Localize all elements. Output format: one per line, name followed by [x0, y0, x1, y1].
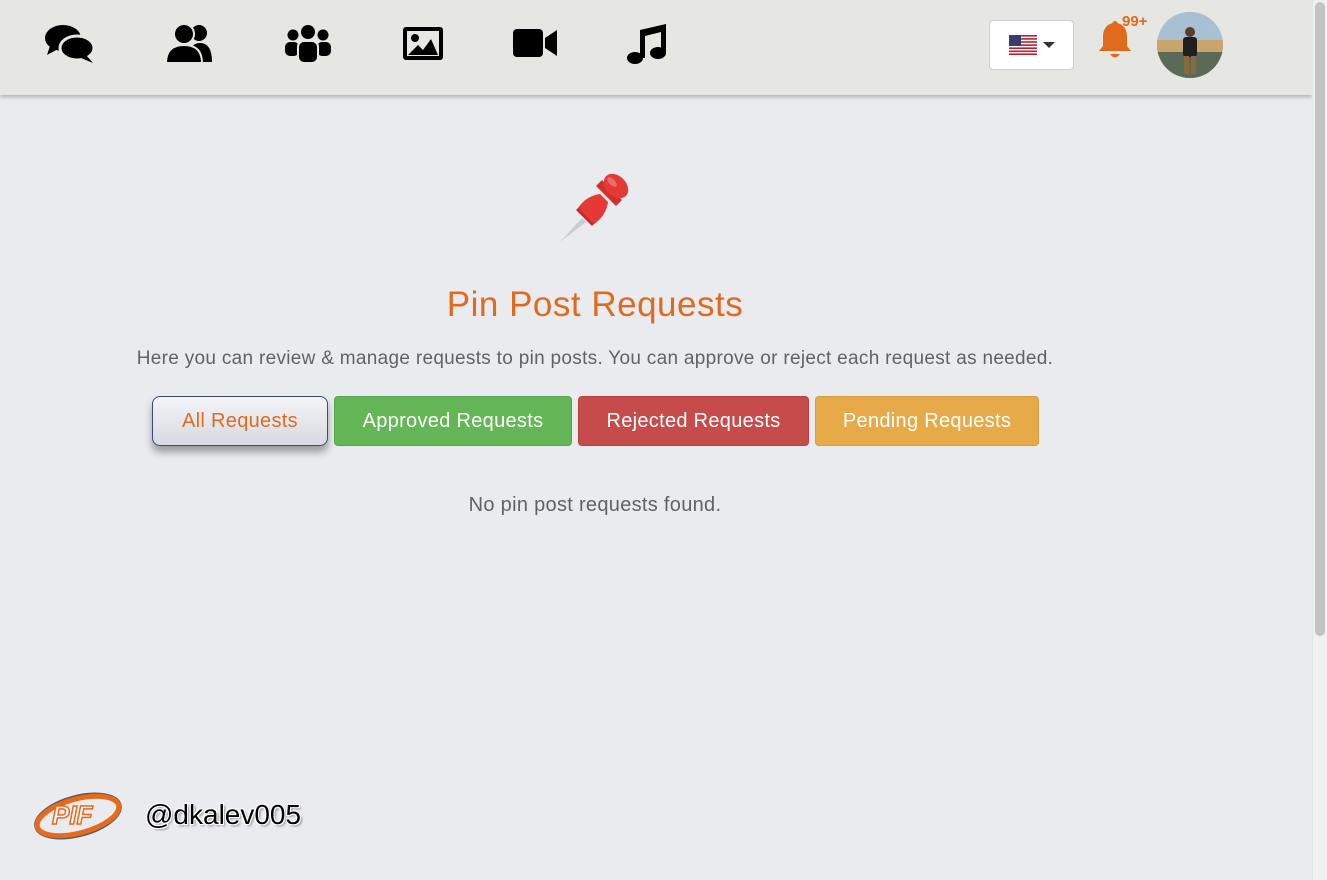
empty-state-message: No pin post requests found. [468, 494, 722, 516]
svg-text:PIF: PIF [52, 800, 94, 830]
site-logo[interactable]: PIF [30, 786, 126, 846]
page-description: Here you can review & manage requests to… [136, 348, 1054, 369]
tab-approved-requests[interactable]: Approved Requests [334, 396, 572, 446]
user-handle: @dkalev005 [145, 799, 302, 830]
videos-icon[interactable] [512, 22, 558, 64]
notification-count-badge: 99+ [1122, 13, 1148, 30]
user-avatar[interactable] [1157, 12, 1223, 78]
scrollbar[interactable] [1312, 0, 1327, 880]
us-flag-icon [1008, 35, 1037, 55]
tab-all-requests[interactable]: All Requests [152, 396, 328, 446]
chat-icon[interactable] [44, 22, 96, 64]
language-selector[interactable] [989, 20, 1074, 70]
chevron-down-icon [1042, 42, 1055, 48]
tab-pending-requests[interactable]: Pending Requests [815, 396, 1039, 446]
friends-icon[interactable] [164, 22, 214, 64]
page-title: Pin Post Requests [446, 285, 744, 324]
photos-icon[interactable] [402, 22, 444, 64]
pushpin-icon [556, 166, 636, 246]
music-icon[interactable] [626, 22, 668, 64]
top-navigation-bar: 99+ [0, 0, 1312, 95]
scrollbar-thumb[interactable] [1315, 2, 1325, 636]
groups-icon[interactable] [283, 22, 333, 64]
tab-rejected-requests[interactable]: Rejected Requests [578, 396, 809, 446]
